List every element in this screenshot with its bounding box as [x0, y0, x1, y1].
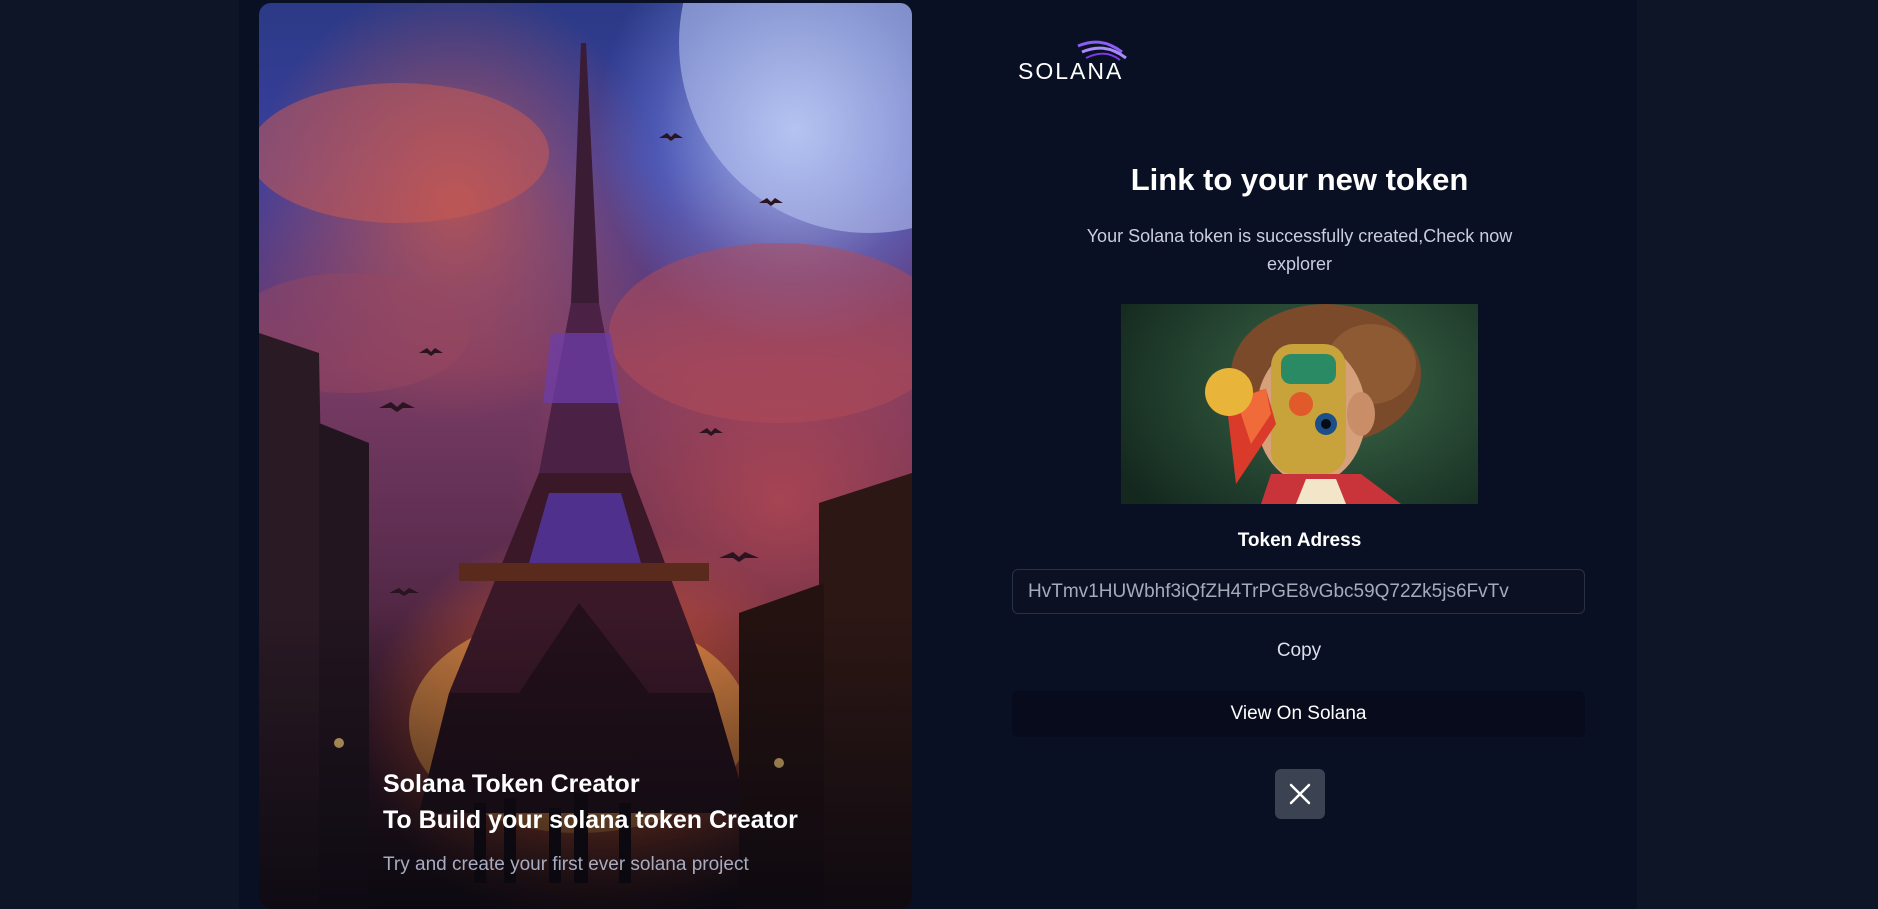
token-image [1121, 304, 1478, 504]
token-address-label: Token Adress [1237, 530, 1362, 551]
copy-button[interactable]: Copy [1249, 636, 1349, 666]
hero-title-line2: To Build your solana token Creator [383, 806, 798, 834]
token-artwork [1205, 304, 1421, 504]
close-button[interactable] [1275, 769, 1325, 819]
hero-panel: Solana Token Creator To Build your solan… [259, 3, 912, 909]
solana-logo: SOLANA [1018, 38, 1128, 88]
logo-text: SOLANA [1018, 58, 1124, 84]
modal-description: Your Solana token is successfully create… [1086, 226, 1513, 274]
token-address-field[interactable]: HvTmv1HUWbhf3iQfZH4TrPGE8vGbc59Q72Zk5js6… [1012, 569, 1585, 614]
modal-title: Link to your new token [1130, 162, 1469, 197]
close-icon [1289, 783, 1311, 805]
token-success-modal: Solana Token Creator To Build your solan… [239, 0, 1637, 909]
hero-title-line1: Solana Token Creator [383, 770, 640, 798]
hero-subtitle: Try and create your first ever solana pr… [383, 854, 749, 875]
view-on-solana-button[interactable]: View On Solana [1012, 691, 1585, 737]
hero-title: Solana Token Creator To Build your solan… [383, 766, 798, 838]
